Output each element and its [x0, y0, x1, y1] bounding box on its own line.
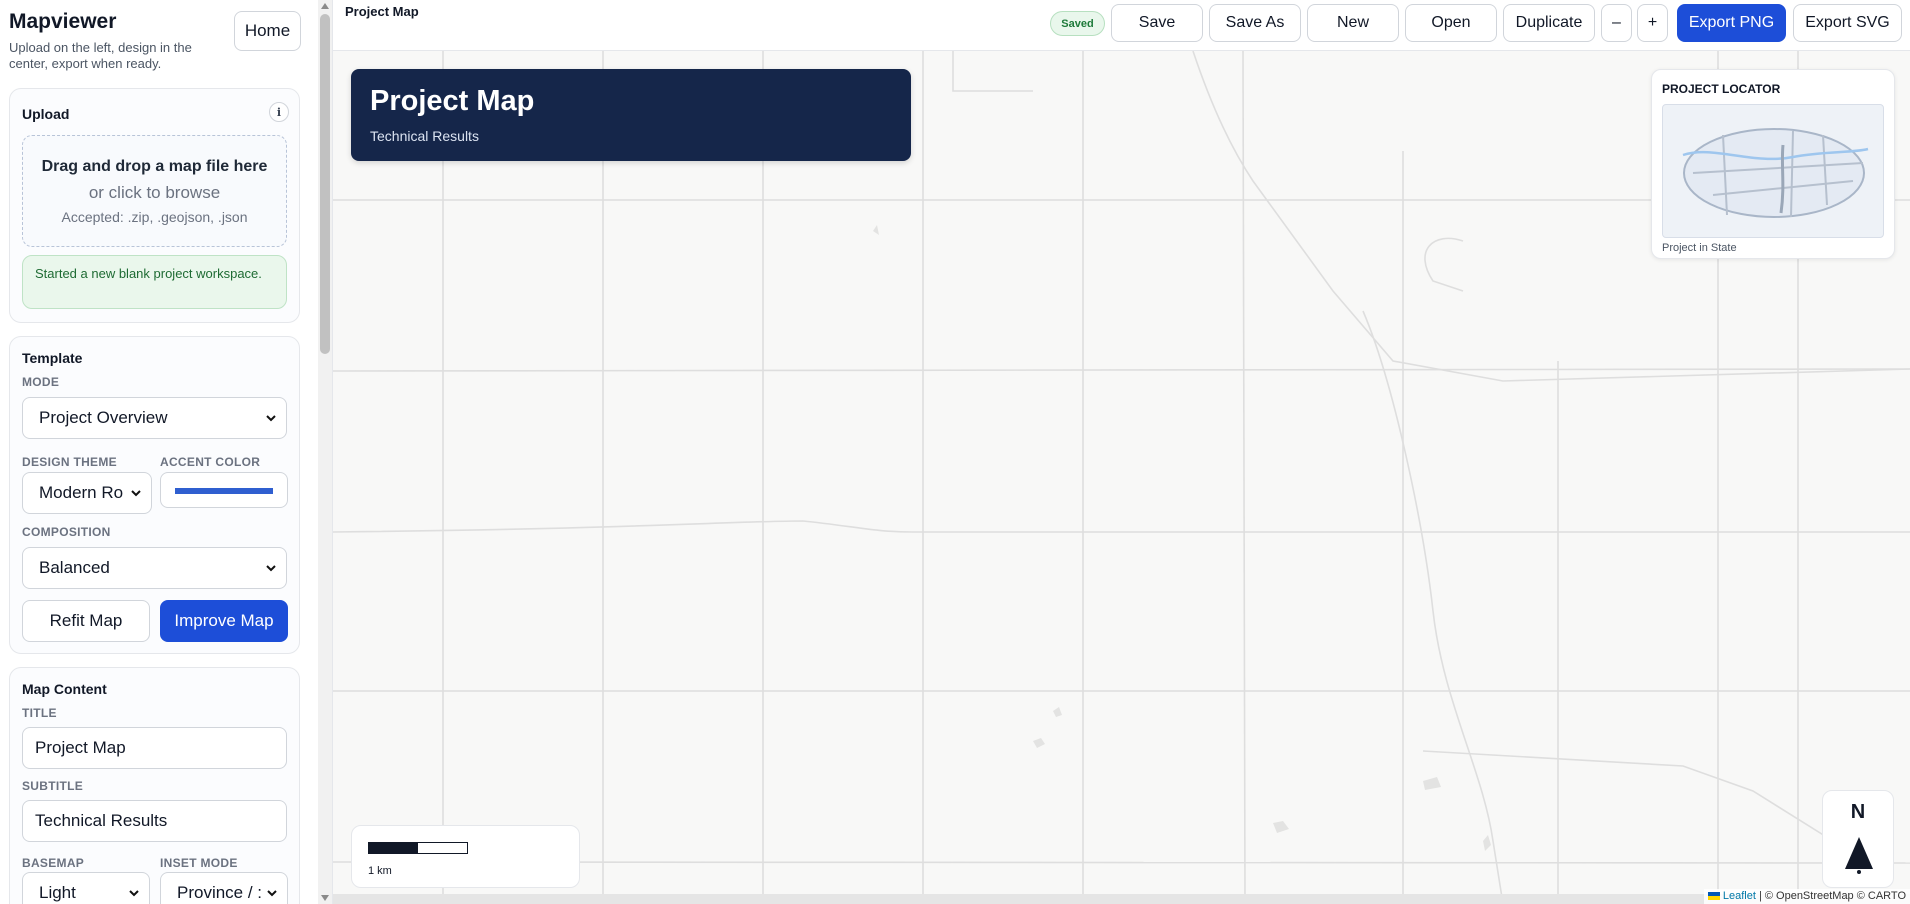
accent-color-picker[interactable] [160, 472, 288, 508]
dropzone-browse-text: or click to browse [88, 183, 221, 202]
template-card: Template MODE Project Overview DESIGN TH… [9, 336, 300, 654]
chevron-down-icon [129, 890, 139, 897]
map-content-title: Map Content [22, 681, 107, 697]
sidebar-scrollbar[interactable] [318, 0, 332, 904]
title-field[interactable]: Project Map [22, 727, 287, 769]
scroll-up-icon[interactable] [321, 3, 329, 9]
dropzone-accepted-text: Accepted: .zip, .geojson, .json [61, 209, 248, 225]
north-arrow-card: N [1822, 790, 1894, 888]
basemap-select-value: Light [39, 883, 76, 902]
upload-title: Upload [22, 106, 70, 122]
saved-status-badge: Saved [1050, 11, 1105, 36]
scroll-down-icon[interactable] [321, 895, 329, 901]
composition-select-value: Balanced [39, 558, 110, 577]
scale-bar [368, 842, 468, 854]
map-title-card[interactable]: Project Map Technical Results [351, 69, 911, 161]
title-field-label: TITLE [22, 706, 57, 720]
app-tagline: Upload on the left, design in the center… [9, 40, 192, 71]
map-subtitle: Technical Results [370, 128, 479, 144]
export-png-button[interactable]: Export PNG [1677, 4, 1786, 42]
scale-label: 1 km [368, 865, 392, 877]
mode-select[interactable]: Project Overview [22, 397, 287, 439]
chevron-down-icon [267, 890, 277, 897]
sidebar: Mapviewer Upload on the left, design in … [0, 0, 318, 904]
chevron-down-icon [266, 565, 276, 572]
inset-mode-select[interactable]: Province / : [160, 872, 288, 904]
composition-label: COMPOSITION [22, 525, 111, 539]
north-label: N [1850, 801, 1866, 823]
attribution-text: | © OpenStreetMap © CARTO [1755, 890, 1906, 902]
save-as-button[interactable]: Save As [1209, 4, 1301, 42]
map-horizontal-scrollbar[interactable] [333, 894, 1910, 904]
inset-mode-select-value: Province / : [177, 883, 263, 902]
leaflet-link[interactable]: Leaflet [1723, 890, 1756, 902]
inset-mode-label: INSET MODE [160, 856, 238, 870]
scale-bar-card: 1 km [351, 825, 580, 888]
map-title: Project Map [370, 85, 535, 117]
file-dropzone[interactable]: Drag and drop a map file here or click t… [22, 135, 287, 247]
north-arrow-icon [1845, 837, 1873, 874]
open-button[interactable]: Open [1405, 4, 1497, 42]
info-icon[interactable]: i [269, 102, 289, 122]
locator-minimap [1662, 104, 1884, 238]
scrollbar-thumb[interactable] [320, 14, 330, 354]
template-title: Template [22, 350, 83, 366]
accent-label: ACCENT COLOR [160, 455, 261, 469]
chevron-down-icon [266, 415, 276, 422]
app-title: Mapviewer [9, 10, 117, 33]
status-notice: Started a new blank project workspace. [22, 255, 287, 309]
zoom-in-button[interactable]: + [1637, 4, 1668, 42]
theme-select-value: Modern Ro [39, 483, 124, 502]
theme-select[interactable]: Modern Ro [22, 472, 152, 514]
mode-label: MODE [22, 375, 60, 389]
subtitle-field-label: SUBTITLE [22, 779, 84, 793]
new-button[interactable]: New [1307, 4, 1399, 42]
ukraine-flag-icon [1707, 892, 1720, 901]
project-locator-inset[interactable]: PROJECT LOCATOR Project in State [1651, 69, 1895, 259]
save-button[interactable]: Save [1111, 4, 1203, 42]
top-toolbar: Project Map Saved Save Save As New Open … [333, 0, 1910, 51]
theme-label: DESIGN THEME [22, 455, 117, 469]
accent-color-swatch [175, 488, 273, 494]
upload-card: Upload i Drag and drop a map file here o… [9, 88, 300, 323]
mode-select-value: Project Overview [39, 408, 168, 427]
basemap-select[interactable]: Light [22, 872, 150, 904]
locator-map-graphic [1682, 128, 1869, 218]
home-button[interactable]: Home [234, 11, 301, 51]
map-attribution: Leaflet | © OpenStreetMap © CARTO [1703, 889, 1910, 904]
duplicate-button[interactable]: Duplicate [1503, 4, 1595, 42]
zoom-out-button[interactable]: – [1601, 4, 1632, 42]
refit-map-button[interactable]: Refit Map [22, 600, 150, 642]
export-svg-button[interactable]: Export SVG [1793, 4, 1902, 42]
composition-select[interactable]: Balanced [22, 547, 287, 589]
project-breadcrumb: Project Map [345, 4, 419, 19]
locator-title: PROJECT LOCATOR [1662, 82, 1781, 96]
sidebar-scroll-area: Mapviewer Upload on the left, design in … [0, 0, 310, 904]
map-content-card: Map Content TITLE Project Map SUBTITLE T… [9, 667, 300, 904]
basemap-label: BASEMAP [22, 856, 85, 870]
dropzone-main-text: Drag and drop a map file here [41, 158, 268, 175]
subtitle-field[interactable]: Technical Results [22, 800, 287, 842]
chevron-down-icon [131, 490, 141, 497]
locator-caption: Project in State [1662, 242, 1737, 254]
improve-map-button[interactable]: Improve Map [160, 600, 288, 642]
